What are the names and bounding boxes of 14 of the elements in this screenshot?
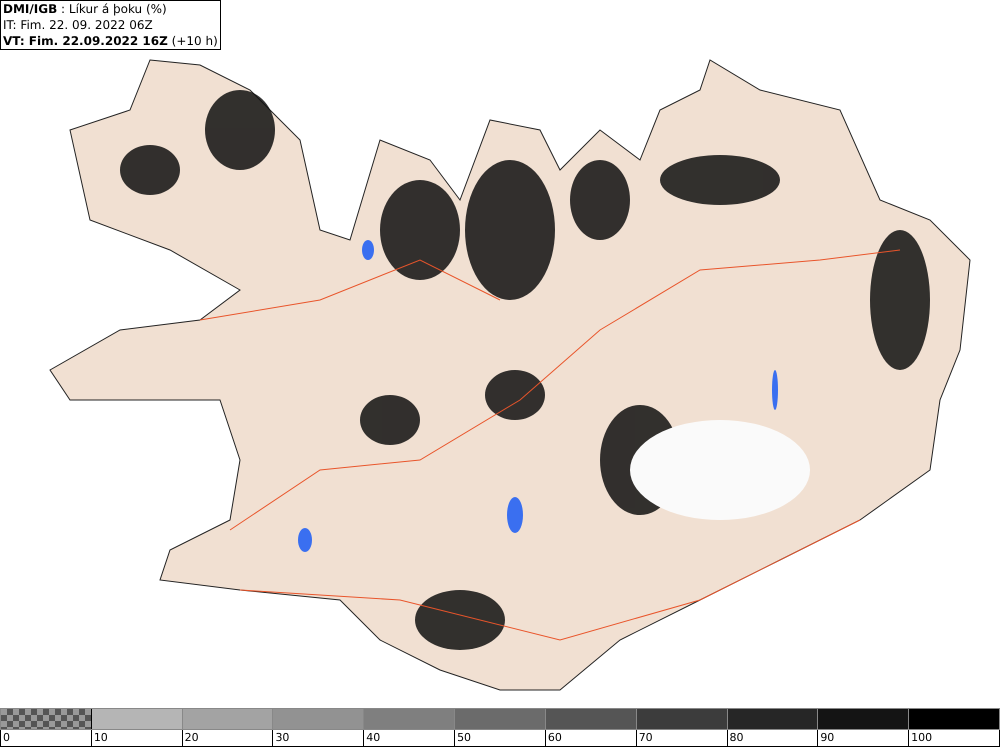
header-line: IT: Fim. 22. 09. 2022 06Z	[3, 17, 154, 33]
tick-label: 40	[366, 731, 380, 744]
header-line: VT: Fim. 22.09.2022 16Z (+10 h)	[3, 33, 218, 49]
tick-label: 90	[820, 731, 834, 744]
tick-label: 100	[911, 731, 932, 744]
tick-label: 70	[638, 731, 653, 744]
tick-label: 50	[457, 731, 472, 744]
tick-label: 0	[3, 731, 10, 744]
header-line: DMI/IGB : Líkur á þoku (%)	[3, 1, 168, 17]
tick-label: 10	[94, 731, 108, 744]
tick-label: 30	[275, 731, 290, 744]
tick-label: 60	[548, 731, 562, 744]
tick-label: 80	[730, 731, 744, 744]
tick-label: 20	[184, 731, 199, 744]
